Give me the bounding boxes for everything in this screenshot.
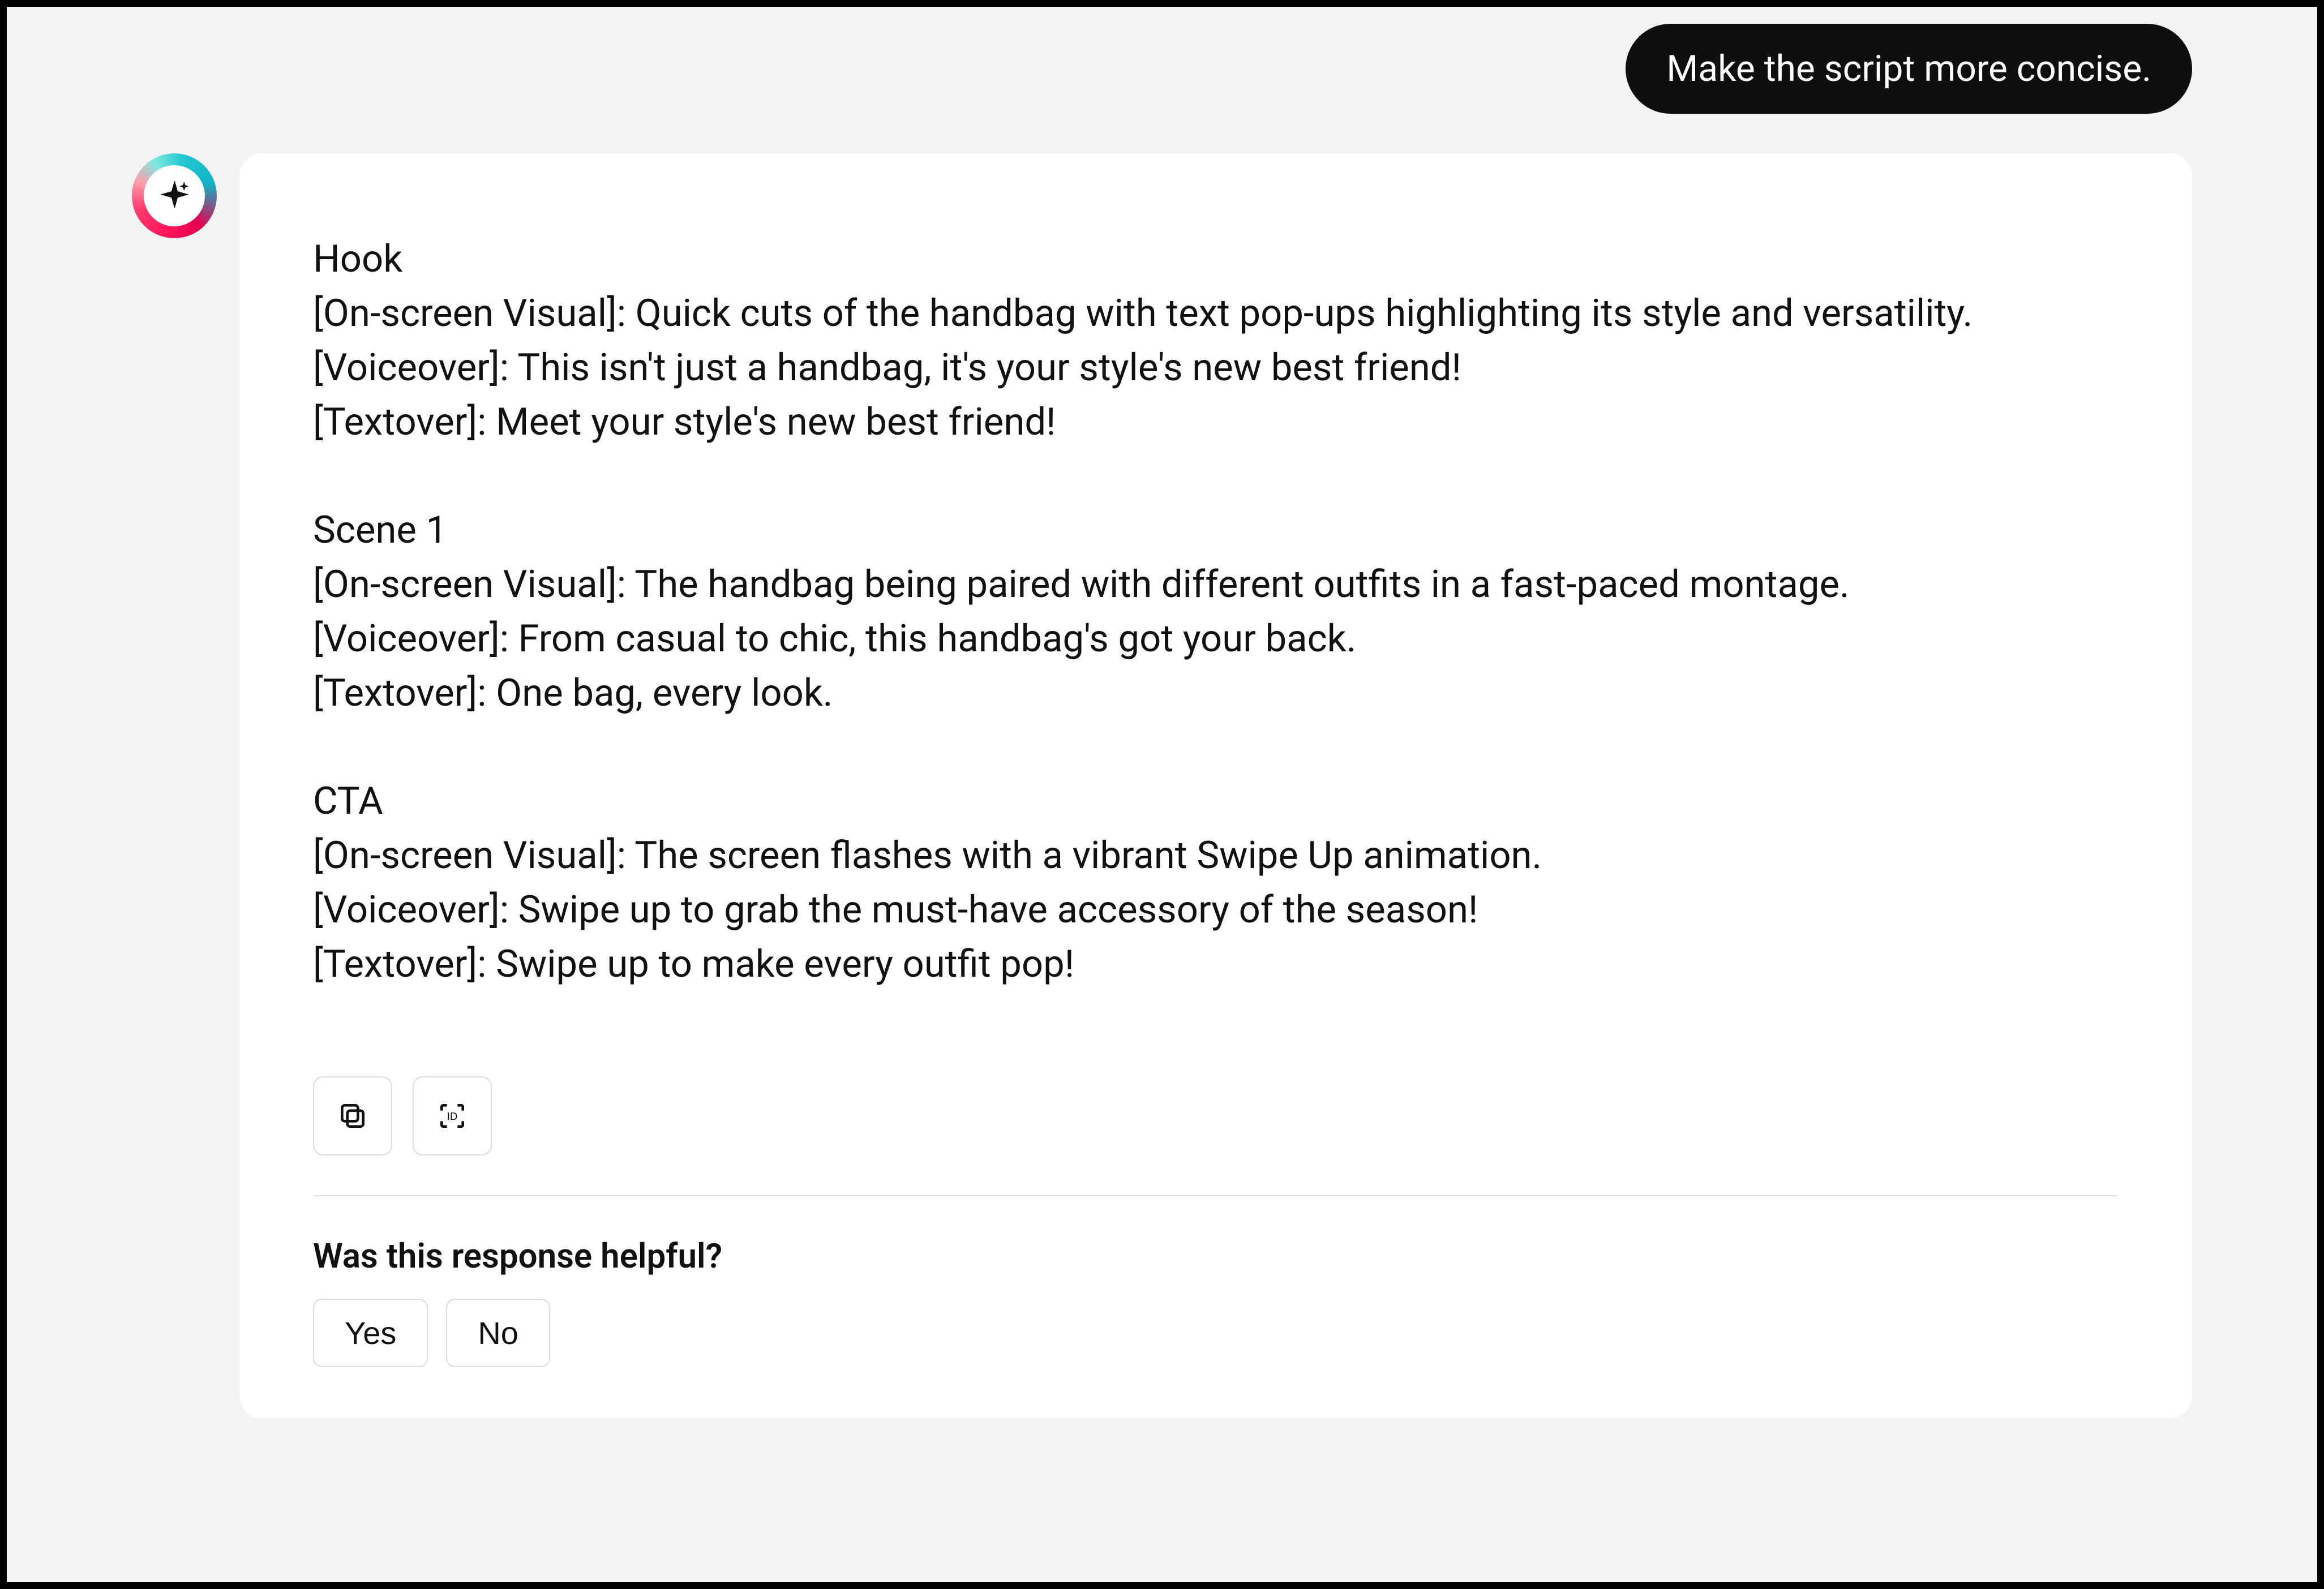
chat-container: Make the script more concise. Hook [On-s…	[132, 24, 2192, 1418]
copy-button[interactable]	[313, 1076, 392, 1156]
feedback-actions: Yes No	[313, 1299, 2119, 1367]
assistant-message-row: Hook [On-screen Visual]: Quick cuts of t…	[132, 153, 2192, 1418]
divider	[313, 1195, 2119, 1196]
card-actions: ID	[313, 1076, 2119, 1156]
feedback-question: Was this response helpful?	[313, 1236, 2119, 1276]
id-scan-button[interactable]: ID	[413, 1076, 492, 1156]
assistant-message-card: Hook [On-screen Visual]: Quick cuts of t…	[239, 153, 2192, 1418]
user-message-row: Make the script more concise.	[132, 24, 2192, 114]
sparkle-icon	[156, 177, 194, 215]
avatar-ring	[132, 153, 217, 238]
chat-screen: Make the script more concise. Hook [On-s…	[7, 7, 2317, 1582]
copy-icon	[337, 1100, 368, 1132]
avatar-inner	[144, 165, 205, 226]
assistant-avatar	[132, 153, 217, 238]
feedback-no-button[interactable]: No	[446, 1299, 550, 1367]
assistant-script-text: Hook [On-screen Visual]: Quick cuts of t…	[313, 233, 2119, 991]
user-message-bubble: Make the script more concise.	[1626, 24, 2192, 114]
feedback-yes-button[interactable]: Yes	[313, 1299, 428, 1367]
svg-text:ID: ID	[447, 1110, 458, 1122]
id-scan-icon: ID	[436, 1100, 468, 1132]
